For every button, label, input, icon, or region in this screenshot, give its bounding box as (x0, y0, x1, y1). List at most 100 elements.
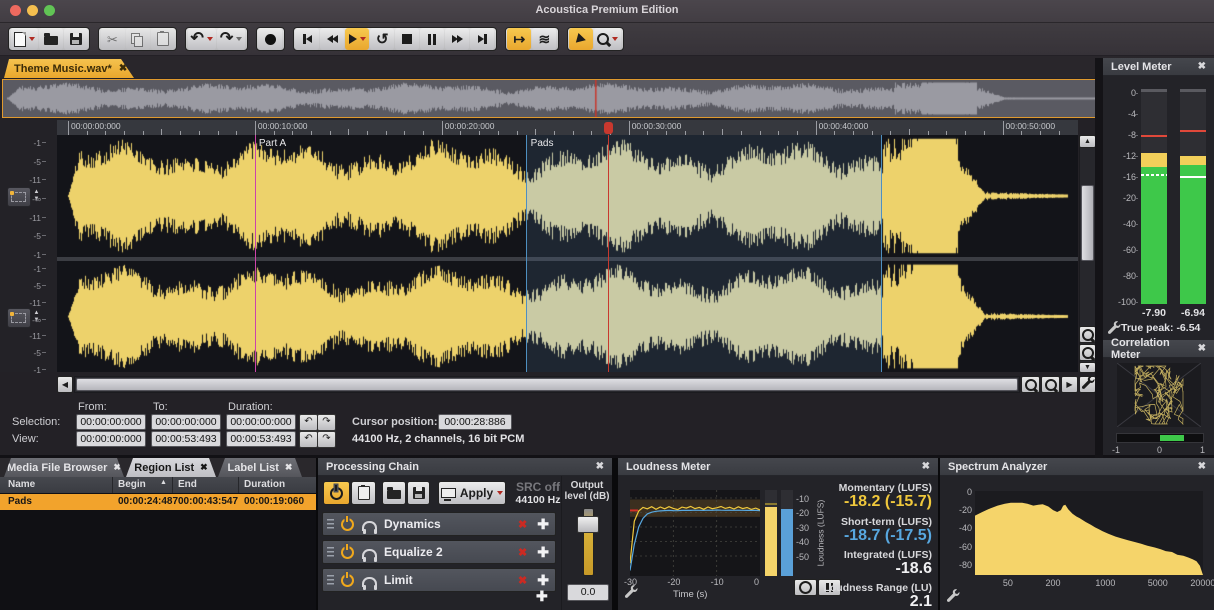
insert-effect-icon[interactable]: ✚ (537, 572, 549, 589)
chain-clipboard-button[interactable] (351, 481, 376, 505)
undo-button[interactable]: ↶ (188, 28, 216, 50)
col-end[interactable]: End (178, 479, 197, 490)
dropdown-caret-icon[interactable] (29, 37, 35, 41)
scroll-up-button[interactable]: ▲ (1079, 135, 1096, 148)
selection-tool-button[interactable] (569, 28, 593, 50)
col-begin[interactable]: Begin (118, 479, 146, 490)
effect-power-icon[interactable] (341, 546, 354, 559)
view-from-field[interactable]: 00:00:00:000 (76, 431, 146, 447)
copy-button[interactable] (126, 28, 150, 50)
chain-item-limit[interactable]: Limit✖✚ (322, 568, 556, 592)
document-tab[interactable]: Theme Music.wav* ✖ (4, 59, 134, 78)
remove-effect-icon[interactable]: ✖ (518, 546, 527, 559)
drag-handle-icon[interactable] (327, 575, 334, 586)
stop-button[interactable] (395, 28, 419, 50)
col-duration[interactable]: Duration (244, 479, 285, 490)
record-button[interactable] (258, 28, 282, 50)
zoom-tool-button[interactable] (594, 28, 621, 50)
fast-forward-button[interactable] (445, 28, 469, 50)
effect-power-icon[interactable] (341, 574, 354, 587)
chain-power-button[interactable] (323, 481, 350, 505)
region-list-header[interactable]: Name Begin ▲ End Duration (0, 477, 316, 493)
zoom-in-vertical-button[interactable] (1079, 326, 1096, 343)
selection-to-field[interactable]: 00:00:00:000 (151, 414, 221, 430)
selection-from-field[interactable]: 00:00:00:000 (76, 414, 146, 430)
view-undo-button[interactable]: ↶ (299, 431, 318, 448)
cursor-position-field[interactable]: 00:00:28:886 (438, 414, 512, 430)
scroll-left-button[interactable]: ◀ (57, 376, 73, 393)
remove-effect-icon[interactable]: ✖ (518, 518, 527, 531)
bottom-tab-label-list[interactable]: Label List✖ (218, 458, 302, 477)
headphones-preview-icon[interactable] (362, 521, 377, 531)
chain-apply-button[interactable]: Apply (438, 481, 506, 505)
vertical-scroll-thumb[interactable] (1081, 185, 1094, 261)
close-tab-icon[interactable]: ✖ (113, 462, 121, 473)
loop-button[interactable]: ↺ (370, 28, 394, 50)
overview-waveform[interactable] (2, 79, 1101, 118)
playback-cursor-handle[interactable] (604, 122, 613, 134)
redo-button[interactable]: ↷ (217, 28, 245, 50)
dropdown-caret-icon[interactable] (360, 37, 366, 41)
dropdown-caret-icon[interactable] (207, 37, 213, 41)
bottom-tab-media-file-browser[interactable]: Media File Browser✖ (4, 458, 124, 477)
close-tab-icon[interactable]: ✖ (119, 63, 127, 74)
headphones-preview-icon[interactable] (362, 577, 377, 587)
chain-item-equalize-2[interactable]: Equalize 2✖✚ (322, 540, 556, 564)
view-duration-field[interactable]: 00:00:53:493 (226, 431, 296, 447)
correlation-meter-close-icon[interactable]: ✖ (1198, 343, 1206, 354)
drag-handle-icon[interactable] (327, 547, 334, 558)
scrub-button[interactable]: ↦ (507, 28, 531, 50)
insert-effect-icon[interactable]: ✚ (537, 516, 549, 533)
open-file-button[interactable] (39, 28, 63, 50)
col-name[interactable]: Name (8, 479, 35, 490)
cut-button[interactable]: ✂ (101, 28, 125, 50)
insert-effect-icon[interactable]: ✚ (537, 544, 549, 561)
processing-chain-close-icon[interactable]: ✖ (596, 461, 604, 472)
label-marker-line[interactable] (255, 135, 256, 372)
go-to-start-button[interactable] (295, 28, 319, 50)
spectrum-analyzer-close-icon[interactable]: ✖ (1198, 461, 1206, 472)
output-level-handle[interactable] (577, 516, 599, 533)
new-file-button[interactable] (11, 28, 38, 50)
level-meter-close-icon[interactable]: ✖ (1198, 61, 1206, 72)
zoom-out-vertical-button[interactable] (1079, 344, 1096, 361)
spectrum-settings-wrench-icon[interactable] (946, 588, 960, 607)
view-to-field[interactable]: 00:00:53:493 (151, 431, 221, 447)
chain-save-button[interactable] (407, 481, 430, 505)
headphones-preview-icon[interactable] (362, 549, 377, 559)
region-list-row[interactable]: Pads 00:00:24:487 00:00:43:547 00:00:19:… (0, 494, 316, 510)
timeline-ruler[interactable]: 00:00:00:00000:00:10:00000:00:20:00000:0… (57, 120, 1078, 135)
add-effect-button[interactable]: ✚ (536, 588, 548, 605)
rewind-button[interactable] (320, 28, 344, 50)
paste-button[interactable] (151, 28, 175, 50)
drag-handle-icon[interactable] (327, 519, 334, 530)
dropdown-caret-icon[interactable] (612, 37, 618, 41)
chain-item-dynamics[interactable]: Dynamics✖✚ (322, 512, 556, 536)
view-redo-button[interactable]: ↷ (317, 431, 336, 448)
selection-redo-button[interactable]: ↷ (317, 414, 336, 431)
scroll-right-button[interactable]: ▶ (1061, 376, 1078, 393)
display-mode-button[interactable]: ≋ (532, 28, 556, 50)
close-tab-icon[interactable]: ✖ (285, 462, 293, 473)
bottom-tab-region-list[interactable]: Region List✖ (126, 458, 216, 477)
selection-duration-field[interactable]: 00:00:00:000 (226, 414, 296, 430)
dropdown-caret-icon[interactable] (236, 37, 242, 41)
effect-power-icon[interactable] (341, 518, 354, 531)
chain-open-button[interactable] (382, 481, 406, 505)
loudness-meter-close-icon[interactable]: ✖ (922, 461, 930, 472)
region-pads-overlay[interactable] (526, 135, 882, 372)
remove-effect-icon[interactable]: ✖ (518, 574, 527, 587)
save-file-button[interactable] (64, 28, 88, 50)
selection-undo-button[interactable]: ↶ (299, 414, 318, 431)
pause-button[interactable] (420, 28, 444, 50)
editor-settings-wrench-icon[interactable] (1079, 376, 1096, 393)
output-level-value[interactable]: 0.0 (567, 584, 609, 601)
zoom-out-button[interactable] (1041, 376, 1060, 393)
go-to-end-button[interactable] (470, 28, 494, 50)
play-button[interactable] (345, 28, 369, 50)
loudness-settings-wrench-icon[interactable] (624, 584, 638, 603)
close-tab-icon[interactable]: ✖ (200, 462, 208, 473)
scroll-down-button[interactable]: ▼ (1079, 362, 1096, 373)
horizontal-scroll-thumb[interactable] (76, 378, 1018, 391)
zoom-in-button[interactable] (1021, 376, 1040, 393)
